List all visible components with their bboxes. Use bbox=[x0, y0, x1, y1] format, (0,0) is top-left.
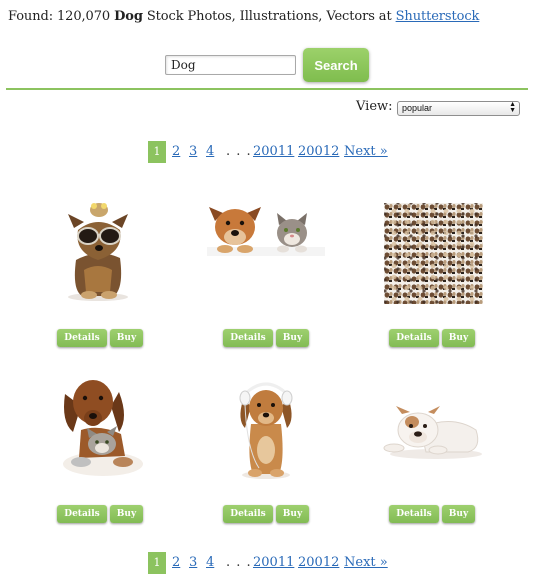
page-current: 1 bbox=[148, 552, 166, 574]
view-select[interactable]: popular ▲ ▼ bbox=[397, 101, 520, 116]
view-label: View: bbox=[356, 99, 393, 114]
results-summary: Found: 120,070 Dog Stock Photos, Illustr… bbox=[8, 9, 479, 24]
buy-button[interactable]: Buy bbox=[276, 505, 309, 523]
page-link-20011[interactable]: 20011 bbox=[253, 555, 294, 570]
page-link-3[interactable]: 3 bbox=[189, 144, 197, 159]
summary-suffix: Stock Photos, Illustrations, Vectors at bbox=[142, 9, 396, 24]
next-page-link[interactable]: Next » bbox=[344, 555, 388, 570]
result-thumbnail-dog-and-cat[interactable] bbox=[207, 203, 325, 256]
details-button[interactable]: Details bbox=[389, 505, 439, 523]
summary-prefix: Found: 120,070 bbox=[8, 9, 115, 24]
buy-button[interactable]: Buy bbox=[442, 505, 475, 523]
details-button[interactable]: Details bbox=[57, 505, 107, 523]
result-thumbnail-yorkie[interactable] bbox=[62, 200, 134, 302]
select-arrows-icon: ▲ ▼ bbox=[509, 101, 516, 114]
details-button[interactable]: Details bbox=[389, 329, 439, 347]
page-ellipsis: . . . bbox=[226, 555, 252, 570]
search-button[interactable]: Search bbox=[303, 48, 369, 82]
details-button[interactable]: Details bbox=[223, 329, 273, 347]
page-link-20012[interactable]: 20012 bbox=[298, 144, 339, 159]
page-link-3[interactable]: 3 bbox=[189, 555, 197, 570]
buy-button[interactable]: Buy bbox=[110, 329, 143, 347]
page-link-2[interactable]: 2 bbox=[172, 144, 180, 159]
summary-keyword: Dog bbox=[114, 9, 143, 24]
page-link-20012[interactable]: 20012 bbox=[298, 555, 339, 570]
page-link-4[interactable]: 4 bbox=[206, 555, 214, 570]
next-page-link[interactable]: Next » bbox=[344, 144, 388, 159]
page-current: 1 bbox=[148, 141, 166, 163]
details-button[interactable]: Details bbox=[57, 329, 107, 347]
buy-button[interactable]: Buy bbox=[276, 329, 309, 347]
page-link-20011[interactable]: 20011 bbox=[253, 144, 294, 159]
result-thumbnail-dogs-collage[interactable] bbox=[384, 203, 483, 304]
buy-button[interactable]: Buy bbox=[110, 505, 143, 523]
result-thumbnail-dachshund-kitten[interactable] bbox=[59, 376, 145, 476]
page-link-2[interactable]: 2 bbox=[172, 555, 180, 570]
result-thumbnail-puppy-headphones[interactable] bbox=[233, 380, 299, 479]
shutterstock-link[interactable]: Shutterstock bbox=[396, 9, 480, 24]
page-ellipsis: . . . bbox=[226, 144, 252, 159]
result-thumbnail-bulldog-puppy[interactable] bbox=[382, 404, 484, 460]
details-button[interactable]: Details bbox=[223, 505, 273, 523]
page-link-4[interactable]: 4 bbox=[206, 144, 214, 159]
header-divider bbox=[6, 88, 528, 90]
view-selected-value: popular bbox=[402, 103, 433, 113]
search-input[interactable] bbox=[165, 55, 296, 75]
buy-button[interactable]: Buy bbox=[442, 329, 475, 347]
